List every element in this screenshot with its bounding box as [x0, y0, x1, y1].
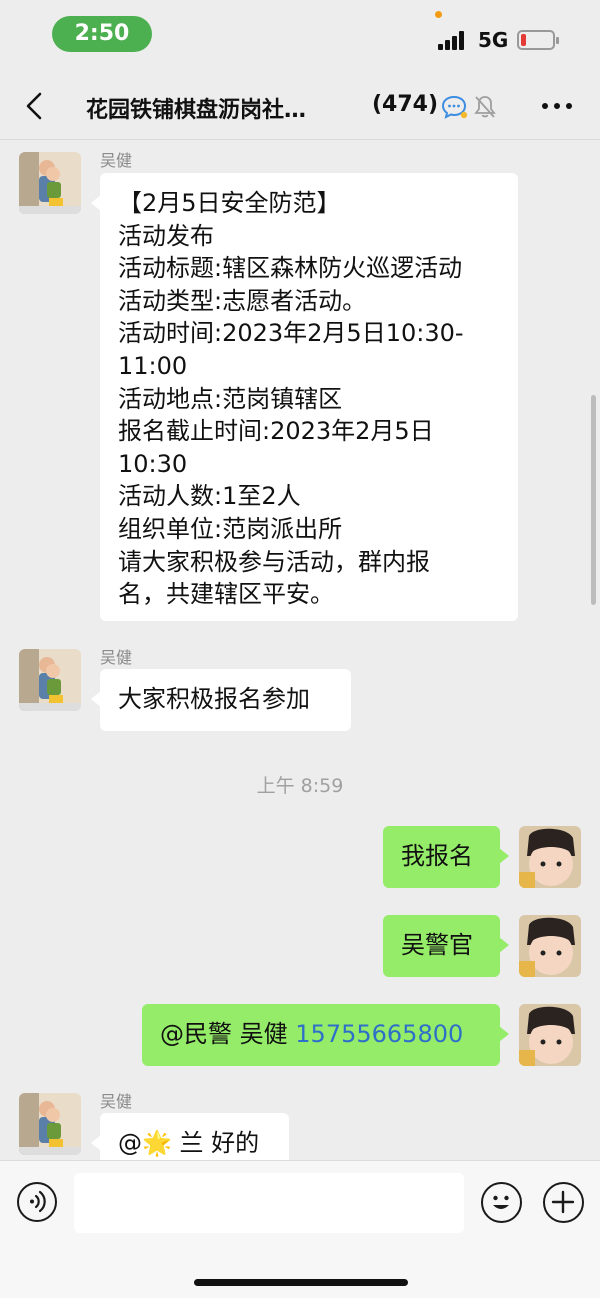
phone-number-link[interactable]: 15755665800: [295, 1020, 463, 1048]
outgoing-message-bubble[interactable]: 我报名: [383, 826, 509, 888]
message-bubble[interactable]: 大家积极报名参加: [91, 669, 351, 731]
smiley-icon: [493, 1195, 509, 1209]
my-avatar[interactable]: [519, 1004, 581, 1066]
message-line: 活动地点:范岗镇辖区: [118, 384, 343, 413]
message-line: 活动标题:辖区森林防火巡逻活动: [118, 254, 463, 283]
message-timestamp: 上午 8:59: [256, 775, 344, 797]
message-text: 吴警官: [401, 931, 473, 959]
message-line: 活动发布: [118, 221, 214, 250]
sender-avatar[interactable]: [19, 152, 81, 214]
member-count: (474): [372, 92, 439, 117]
message-line: 组织单位:范岗派出所: [118, 514, 343, 543]
outgoing-message-bubble[interactable]: @民警 吴健 15755665800: [142, 1004, 509, 1066]
message-input[interactable]: [74, 1173, 464, 1233]
sender-avatar[interactable]: [19, 1093, 81, 1155]
more-functions-button[interactable]: [543, 1182, 584, 1223]
status-time: 2:50: [52, 16, 152, 52]
back-button[interactable]: [20, 90, 50, 122]
chat-header: 花园铁铺棋盘沥岗社… (474): [0, 72, 600, 140]
sender-name: 吴健: [100, 648, 133, 667]
my-avatar[interactable]: [519, 826, 581, 888]
message-text: 我报名: [401, 842, 473, 870]
home-indicator[interactable]: [194, 1279, 408, 1286]
signal-icon: [438, 30, 468, 50]
mention-text: @民警 吴健: [160, 1020, 288, 1048]
message-line: 名，共建辖区平安。: [118, 580, 334, 609]
sender-name: 吴健: [100, 1092, 133, 1111]
sender-name: 吴健: [100, 151, 133, 170]
my-avatar[interactable]: [519, 915, 581, 977]
message-line: 活动人数:1至2人: [118, 482, 301, 511]
message-input-bar: [0, 1160, 600, 1298]
voice-waves-icon: [30, 1190, 46, 1213]
message-line: 10:30: [118, 449, 188, 478]
announcement-message-bubble[interactable]: 【2月5日安全防范】 活动发布 活动标题:辖区森林防火巡逻活动 活动类型:志愿者…: [91, 173, 518, 621]
privacy-indicator-dot: [435, 11, 442, 18]
network-label: 5G: [478, 28, 509, 52]
message-line: 【2月5日安全防范】: [118, 189, 341, 217]
more-options-button[interactable]: [540, 94, 574, 118]
emoji-button[interactable]: [481, 1182, 522, 1223]
mute-bell-icon: [473, 94, 497, 120]
message-line: 请大家积极参与活动，群内报: [118, 547, 430, 576]
chat-bubble-icon: [440, 94, 468, 120]
chat-scrollbar[interactable]: [591, 395, 596, 605]
voice-input-button[interactable]: [17, 1182, 57, 1222]
group-title[interactable]: 花园铁铺棋盘沥岗社…: [86, 92, 358, 122]
message-line: 11:00: [118, 351, 188, 380]
message-line: 报名截止时间:2023年2月5日: [118, 417, 434, 446]
sender-avatar[interactable]: [19, 649, 81, 711]
message-line: 活动时间:2023年2月5日10:30-: [118, 319, 464, 348]
battery-icon: [517, 30, 559, 50]
chevron-left-icon: [26, 92, 42, 120]
message-text: @🌟 兰 好的: [118, 1129, 260, 1157]
outgoing-message-bubble[interactable]: 吴警官: [383, 915, 509, 977]
message-text: 大家积极报名参加: [118, 685, 310, 713]
more-dots-icon: [542, 103, 572, 109]
message-line: 活动类型:志愿者活动。: [118, 286, 367, 315]
plus-icon: [551, 1190, 575, 1214]
status-bar: 2:50 5G: [0, 0, 600, 72]
